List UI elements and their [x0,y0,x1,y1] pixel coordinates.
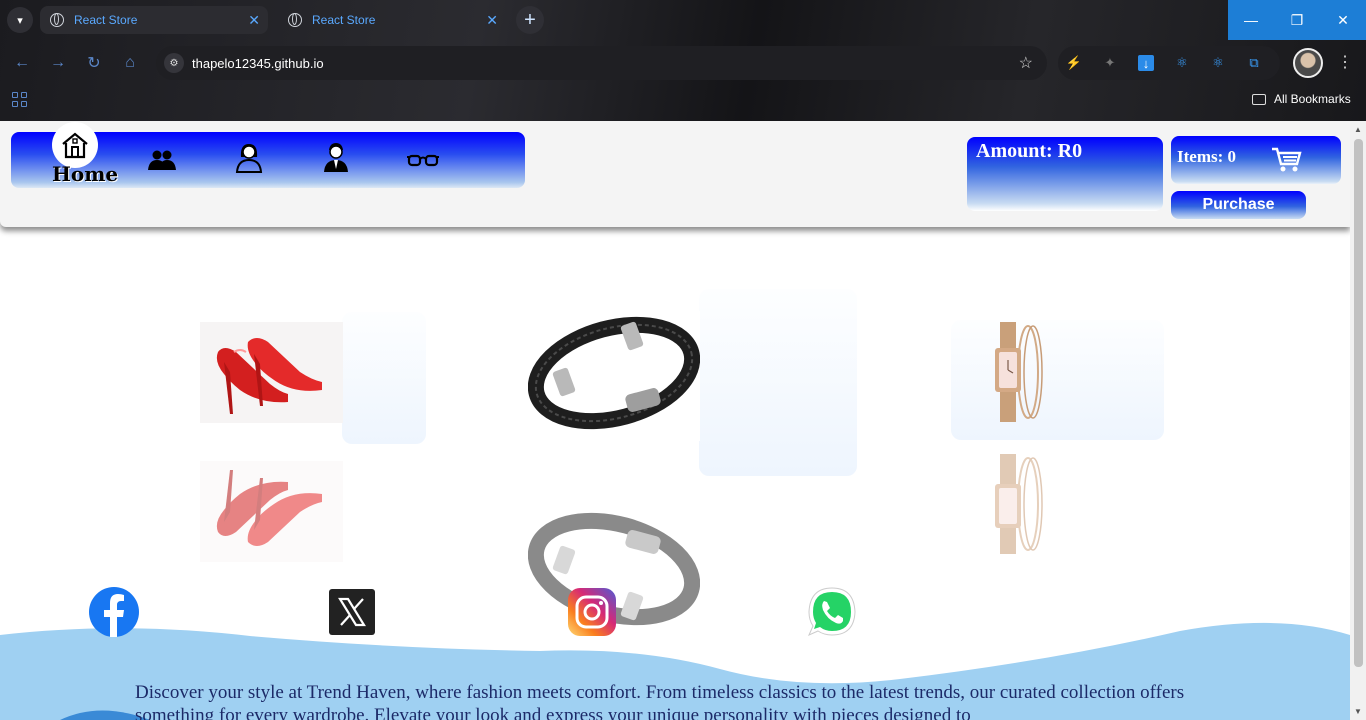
product-card-bg [951,320,1164,440]
items-panel[interactable]: Items: 0 [1171,136,1341,184]
leather-bracelet-image[interactable] [528,311,700,441]
page-scrollbar[interactable]: ▲ ▼ [1350,121,1366,720]
minimize-button[interactable]: — [1228,0,1274,40]
all-bookmarks[interactable]: All Bookmarks [1252,92,1351,106]
new-tab-button[interactable]: + [516,6,544,34]
group-icon [148,150,176,170]
cart-icon[interactable] [1270,146,1302,174]
react-devtools-icon[interactable]: ⚛ [1174,55,1190,71]
browser-chrome: ▾ React Store ✕ React Store ✕ + — ❐ ✕ ← … [0,0,1366,121]
address-bar[interactable]: ⚙ thapelo12345.github.io ☆ [156,46,1047,80]
store-header: Home Amount: R0 Items: 0 Purchase [0,121,1350,227]
facebook-icon [89,587,139,637]
product-card-bg [699,289,857,476]
browser-tab-2[interactable]: React Store ✕ [278,6,506,34]
tab-search-button[interactable]: ▾ [7,7,33,33]
man-icon [324,143,348,172]
home-icon [62,132,88,159]
forward-icon[interactable]: → [48,53,68,73]
facebook-link[interactable] [88,586,140,638]
download-extension-icon[interactable]: ↓ [1138,55,1154,71]
restore-button[interactable]: ❐ [1274,0,1320,40]
tab-title: React Store [312,13,376,27]
footer-description: Discover your style at Trend Haven, wher… [135,682,1185,720]
amount-panel: Amount: R0 [967,137,1163,211]
close-icon[interactable]: ✕ [248,12,260,29]
nav-accessories-button[interactable] [407,148,439,172]
x-link[interactable] [328,589,376,635]
red-heels-reflection [200,461,343,562]
folder-icon [1252,93,1266,105]
site-info-icon[interactable]: ⚙ [164,53,184,73]
reload-icon[interactable]: ↻ [84,53,104,73]
nav-women-button[interactable] [233,140,265,174]
globe-icon [288,13,302,27]
nav-group-button[interactable] [146,148,178,172]
red-heels-image[interactable] [200,322,343,423]
bookmarks-label: All Bookmarks [1274,92,1351,106]
rose-gold-watch-image[interactable] [990,320,1046,424]
profile-avatar[interactable] [1293,48,1323,78]
apps-grid-icon[interactable] [12,92,27,107]
react-extension-icon[interactable]: ⚛ [1210,55,1226,71]
instagram-icon [568,588,616,636]
items-count: Items: 0 [1177,147,1237,166]
close-window-button[interactable]: ✕ [1320,0,1366,40]
nav-men-button[interactable] [320,140,352,174]
globe-icon [50,13,64,27]
product-card-bg [342,312,426,444]
x-icon [329,589,375,635]
menu-dots-icon[interactable]: ⋮ [1337,52,1353,72]
bolt-extension-icon[interactable]: ⚡ [1066,55,1082,71]
whatsapp-icon [808,587,856,636]
close-icon[interactable]: ✕ [486,12,498,29]
back-icon[interactable]: ← [12,53,32,73]
browser-tab-1[interactable]: React Store ✕ [40,6,268,34]
purchase-button[interactable]: Purchase [1171,191,1306,219]
woman-icon [235,144,263,173]
scroll-up-icon[interactable]: ▲ [1354,125,1362,134]
watch-reflection [990,452,1046,556]
instagram-link[interactable] [568,588,616,636]
page-viewport: Home Amount: R0 Items: 0 Purchase Discov… [0,121,1350,720]
whatsapp-link[interactable] [806,586,858,638]
scroll-down-icon[interactable]: ▼ [1354,707,1362,716]
amount-label: Amount: R0 [976,140,1083,162]
nav-home-label[interactable]: Home [52,162,118,186]
extensions-bar: ⚡ ✦ ↓ ⚛ ⚛ ⧉ [1058,46,1280,80]
url-text: thapelo12345.github.io [192,55,324,71]
tab-title: React Store [74,13,138,27]
glasses-icon [407,154,439,167]
scrollbar-thumb[interactable] [1354,139,1363,667]
nav-bar: Home [11,122,525,188]
puzzle-extensions-icon[interactable]: ⧉ [1246,55,1262,71]
bird-extension-icon[interactable]: ✦ [1102,55,1118,71]
home-page-icon[interactable]: ⌂ [120,53,140,73]
bookmark-star-icon[interactable]: ☆ [1019,53,1033,73]
